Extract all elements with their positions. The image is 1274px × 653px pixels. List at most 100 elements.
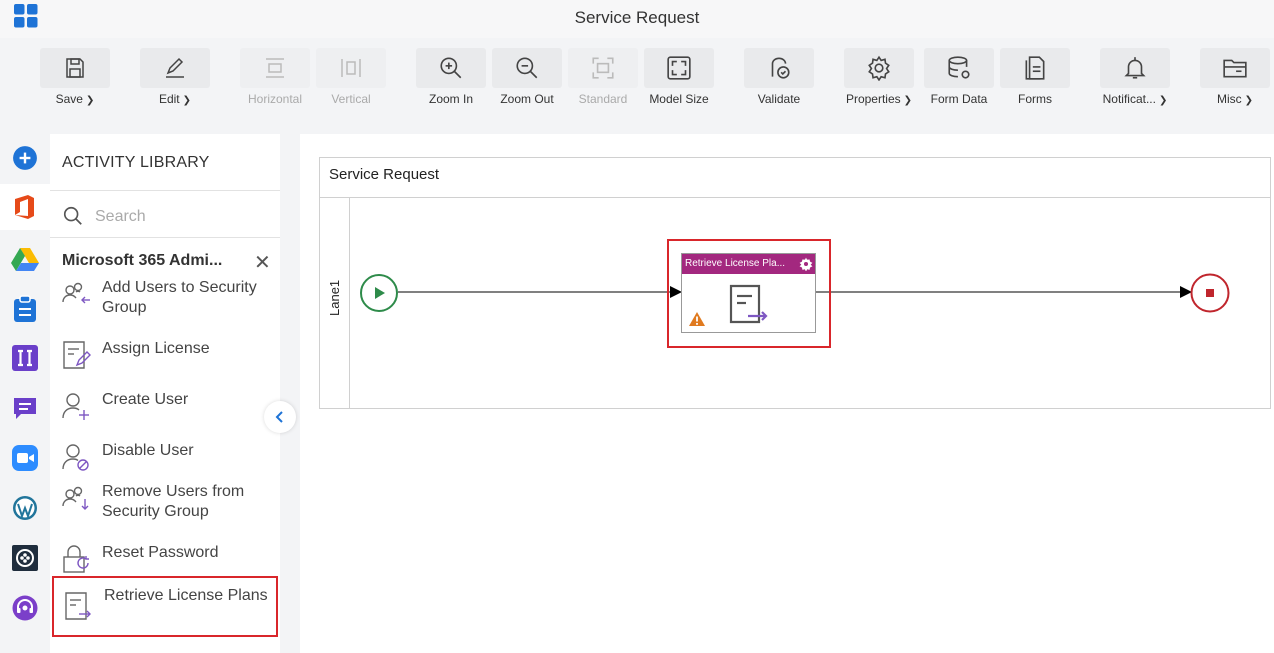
zoom-in-button[interactable]: Zoom In (416, 48, 486, 108)
model-size-label: Model Size (649, 92, 709, 106)
forms-label: Forms (1018, 92, 1052, 106)
window-title: Service Request (574, 8, 700, 27)
gear-icon (868, 55, 890, 81)
activity-disable-user[interactable]: Disable User (52, 441, 278, 475)
rail-google-drive[interactable] (0, 236, 50, 282)
zoom-out-button[interactable]: Zoom Out (492, 48, 562, 108)
standard-label: Standard (578, 92, 628, 106)
activity-add-users-to-security-group[interactable]: Add Users to Security Group (52, 278, 278, 322)
edit-icon (166, 57, 184, 78)
bell-icon (1124, 57, 1146, 79)
chevron-down-icon: ❯ (1158, 95, 1168, 106)
create-user-icon (62, 393, 89, 420)
disable-user-icon (62, 444, 89, 471)
retrieve-license-icon (65, 592, 91, 620)
form-data-button[interactable]: Form Data (924, 48, 994, 108)
group-title: Microsoft 365 Admi... (62, 252, 223, 269)
reset-password-icon (63, 545, 89, 573)
remove-users-group-icon (62, 486, 89, 510)
edit-label: Edit (158, 92, 180, 106)
horizontal-button[interactable]: Horizontal (240, 48, 310, 108)
save-label: Save (55, 92, 83, 106)
google-drive-icon (11, 248, 39, 271)
activity-library: ACTIVITY LIBRARY Search Microsoft 365 Ad… (50, 134, 280, 653)
notifications-label: Notificat... (1102, 92, 1156, 106)
add-icon (13, 146, 37, 170)
chat-icon (14, 398, 36, 419)
vertical-button[interactable]: Vertical (316, 48, 386, 108)
forms-button[interactable]: Forms (1000, 48, 1070, 108)
start-event[interactable] (359, 273, 399, 313)
activity-label: Assign License (102, 340, 210, 357)
activity-remove-users-from-security-group[interactable]: Remove Users from Security Group (52, 482, 278, 526)
activity-label: Reset Password (102, 544, 219, 561)
app-rail (0, 114, 50, 653)
misc-label: Misc (1216, 92, 1242, 106)
warning-icon (689, 312, 705, 326)
validate-icon (771, 57, 790, 79)
assign-license-icon (63, 341, 91, 369)
office-365-icon (15, 195, 34, 219)
misc-button[interactable]: Misc ❯ (1200, 48, 1270, 108)
collapse-library-button[interactable] (264, 401, 296, 433)
properties-label: Properties (845, 92, 901, 106)
rail-target[interactable] (0, 535, 50, 581)
search-input[interactable]: Search (95, 208, 146, 226)
standard-icon (592, 57, 614, 79)
task-retrieve-license-plans[interactable]: Retrieve License Pla... (681, 253, 816, 333)
zoom-in-icon (440, 57, 462, 79)
toolbar: Save ❯ Edit ❯ Horizontal Vertical Zoom In … (0, 38, 1274, 114)
forms-icon (1025, 56, 1045, 80)
activity-label: Add Users to Security Group (102, 279, 257, 316)
save-button[interactable]: Save ❯ (40, 48, 110, 108)
vertical-icon (341, 59, 361, 77)
close-icon[interactable]: ✕ (254, 250, 271, 275)
chevron-down-icon: ❯ (1244, 95, 1254, 106)
form-data-label: Form Data (930, 92, 988, 106)
vertical-label: Vertical (331, 92, 371, 106)
notifications-button[interactable]: Notificat... ❯ (1100, 48, 1170, 108)
rail-video[interactable] (0, 435, 50, 481)
database-icon (948, 56, 970, 79)
activity-reset-password[interactable]: Reset Password (52, 543, 278, 577)
standard-button[interactable]: Standard (568, 48, 638, 108)
library-title: ACTIVITY LIBRARY (62, 154, 210, 171)
activity-retrieve-license-plans[interactable]: Retrieve License Plans (52, 576, 278, 637)
divider (50, 190, 280, 191)
activity-create-user[interactable]: Create User (52, 390, 278, 424)
validate-button[interactable]: Validate (744, 48, 814, 108)
process-canvas[interactable]: Service Request Lane1 Retrieve License P… (300, 134, 1274, 653)
rail-chat[interactable] (0, 385, 50, 431)
rail-clipboard[interactable] (0, 286, 50, 332)
validate-label: Validate (757, 92, 801, 106)
save-icon (66, 58, 84, 78)
edit-button[interactable]: Edit ❯ (140, 48, 210, 108)
support-icon (12, 595, 38, 621)
horizontal-label: Horizontal (247, 92, 303, 106)
rail-wordpress[interactable] (0, 485, 50, 531)
title-bar: Service Request (0, 0, 1274, 38)
task-title: Retrieve License Pla... (685, 258, 786, 269)
task-header: Retrieve License Pla... (682, 254, 815, 274)
horizontal-icon (266, 58, 284, 78)
zoom-out-label: Zoom Out (500, 92, 554, 106)
retrieve-license-icon (729, 284, 768, 324)
chevron-down-icon: ❯ (182, 95, 192, 106)
end-event[interactable] (1190, 273, 1230, 313)
activity-assign-license[interactable]: Assign License (52, 339, 278, 373)
activity-label: Remove Users from Security Group (102, 483, 245, 520)
rail-office-365[interactable] (0, 184, 50, 230)
library-search[interactable]: Search (62, 204, 272, 230)
divider (50, 237, 280, 238)
chevron-down-icon: ❯ (85, 95, 95, 106)
properties-button[interactable]: Properties ❯ (844, 48, 914, 108)
add-users-group-icon (62, 282, 90, 304)
rail-integration[interactable] (0, 335, 50, 381)
gear-icon[interactable] (799, 257, 813, 271)
folder-icon (1223, 59, 1247, 78)
rail-support[interactable] (0, 585, 50, 631)
model-size-button[interactable]: Model Size (644, 48, 714, 108)
zoom-in-label: Zoom In (428, 92, 473, 106)
rail-add[interactable] (0, 135, 50, 181)
model-size-icon (667, 56, 691, 80)
